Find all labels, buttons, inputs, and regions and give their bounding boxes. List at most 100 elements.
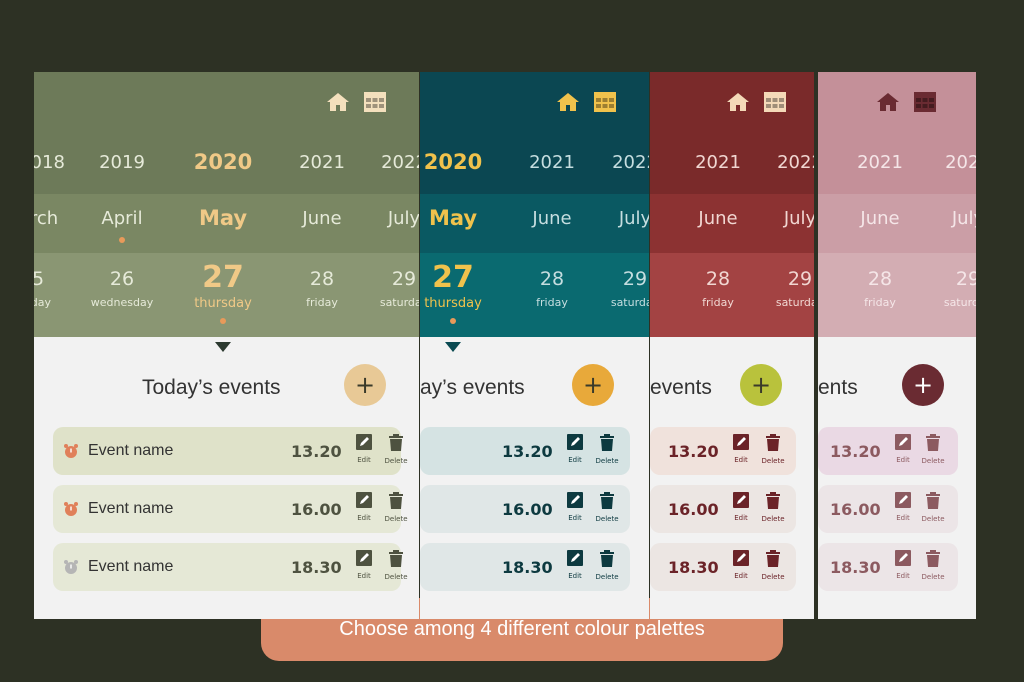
- delete-button[interactable]: Delete: [381, 550, 411, 581]
- month-item[interactable]: June: [860, 208, 899, 229]
- delete-button[interactable]: Delete: [918, 550, 948, 581]
- month-item[interactable]: April: [101, 208, 142, 229]
- year-item[interactable]: 2021: [529, 152, 575, 173]
- add-event-button[interactable]: +: [344, 364, 386, 406]
- home-icon[interactable]: [326, 92, 350, 112]
- day-weekday[interactable]: saturday: [944, 296, 976, 309]
- edit-button[interactable]: Edit: [888, 550, 918, 580]
- event-row[interactable]: 13.20 Edit Delete: [420, 427, 630, 475]
- delete-button[interactable]: Delete: [592, 492, 622, 523]
- month-item[interactable]: June: [302, 208, 341, 229]
- month-item[interactable]: June: [532, 208, 571, 229]
- day-weekday[interactable]: thursday: [424, 296, 482, 311]
- edit-button[interactable]: Edit: [349, 550, 379, 580]
- event-row[interactable]: Event name 16.00 Edit Delete: [53, 485, 408, 533]
- day-weekday[interactable]: friday: [702, 296, 734, 309]
- delete-button[interactable]: Delete: [758, 434, 788, 465]
- delete-button[interactable]: Delete: [918, 492, 948, 523]
- day-number[interactable]: 29: [788, 268, 812, 290]
- year-item[interactable]: 2020: [424, 150, 482, 174]
- month-item[interactable]: rch: [34, 208, 58, 229]
- event-row[interactable]: 18.30 Edit Delete: [818, 543, 958, 591]
- alarm-icon[interactable]: [63, 559, 79, 575]
- year-item[interactable]: 2022: [381, 152, 419, 173]
- month-item[interactable]: July: [619, 208, 649, 229]
- day-weekday[interactable]: wednesday: [91, 296, 153, 309]
- event-row[interactable]: 16.00 Edit Delete: [650, 485, 796, 533]
- edit-button[interactable]: Edit: [888, 434, 918, 464]
- day-weekday[interactable]: friday: [306, 296, 338, 309]
- add-event-button[interactable]: +: [572, 364, 614, 406]
- day-weekday[interactable]: saturday: [776, 296, 814, 309]
- edit-button[interactable]: Edit: [349, 492, 379, 522]
- calendar-grid-icon[interactable]: [914, 92, 936, 112]
- day-number[interactable]: 27: [432, 260, 474, 295]
- edit-button[interactable]: Edit: [726, 550, 756, 580]
- day-number[interactable]: 28: [310, 268, 334, 290]
- event-row[interactable]: Event name 18.30 Edit Delete: [53, 543, 408, 591]
- edit-button[interactable]: Edit: [726, 492, 756, 522]
- event-row[interactable]: 16.00 Edit Delete: [818, 485, 958, 533]
- edit-button[interactable]: Edit: [560, 550, 590, 580]
- edit-button[interactable]: Edit: [349, 434, 379, 464]
- event-row[interactable]: 13.20 Edit Delete: [650, 427, 796, 475]
- event-row[interactable]: 18.30 Edit Delete: [420, 543, 630, 591]
- year-item[interactable]: 2022: [612, 152, 649, 173]
- day-number[interactable]: 27: [202, 260, 244, 295]
- alarm-icon[interactable]: [63, 501, 79, 517]
- year-item[interactable]: 2021: [695, 152, 741, 173]
- edit-button[interactable]: Edit: [560, 434, 590, 464]
- add-event-button[interactable]: +: [740, 364, 782, 406]
- edit-icon: [726, 434, 756, 454]
- year-item[interactable]: 2021: [857, 152, 903, 173]
- delete-button[interactable]: Delete: [592, 550, 622, 581]
- month-item[interactable]: July: [952, 208, 976, 229]
- add-event-button[interactable]: +: [902, 364, 944, 406]
- year-item[interactable]: 2021: [299, 152, 345, 173]
- year-item[interactable]: 2019: [99, 152, 145, 173]
- edit-button[interactable]: Edit: [888, 492, 918, 522]
- delete-button[interactable]: Delete: [381, 434, 411, 465]
- day-weekday[interactable]: saturday: [611, 296, 649, 309]
- delete-button[interactable]: Delete: [758, 492, 788, 523]
- month-item[interactable]: July: [784, 208, 814, 229]
- day-number[interactable]: 28: [706, 268, 730, 290]
- day-number[interactable]: 29: [956, 268, 976, 290]
- day-number[interactable]: 29: [623, 268, 647, 290]
- event-row[interactable]: 18.30 Edit Delete: [650, 543, 796, 591]
- delete-button[interactable]: Delete: [381, 492, 411, 523]
- event-row[interactable]: 16.00 Edit Delete: [420, 485, 630, 533]
- event-row[interactable]: 13.20 Edit Delete: [818, 427, 958, 475]
- day-weekday[interactable]: sday: [34, 296, 51, 309]
- day-weekday[interactable]: friday: [864, 296, 896, 309]
- event-row[interactable]: Event name 13.20 Edit Delete: [53, 427, 408, 475]
- year-item[interactable]: 2020: [194, 150, 252, 174]
- year-item[interactable]: 2022: [777, 152, 814, 173]
- calendar-grid-icon[interactable]: [364, 92, 386, 112]
- home-icon[interactable]: [726, 92, 750, 112]
- day-number[interactable]: 5: [34, 268, 44, 290]
- day-number[interactable]: 28: [868, 268, 892, 290]
- day-weekday[interactable]: thursday: [194, 296, 252, 311]
- day-weekday[interactable]: friday: [536, 296, 568, 309]
- day-number[interactable]: 29: [392, 268, 416, 290]
- day-number[interactable]: 28: [540, 268, 564, 290]
- edit-button[interactable]: Edit: [726, 434, 756, 464]
- home-icon[interactable]: [876, 92, 900, 112]
- calendar-grid-icon[interactable]: [594, 92, 616, 112]
- calendar-grid-icon[interactable]: [764, 92, 786, 112]
- day-weekday[interactable]: saturday: [380, 296, 419, 309]
- alarm-icon[interactable]: [63, 443, 79, 459]
- delete-button[interactable]: Delete: [592, 434, 622, 465]
- delete-button[interactable]: Delete: [758, 550, 788, 581]
- delete-button[interactable]: Delete: [918, 434, 948, 465]
- month-item[interactable]: June: [698, 208, 737, 229]
- day-number[interactable]: 26: [110, 268, 134, 290]
- month-item[interactable]: May: [199, 206, 247, 230]
- year-item[interactable]: 2022: [945, 152, 976, 173]
- month-item[interactable]: July: [388, 208, 419, 229]
- month-item[interactable]: May: [429, 206, 477, 230]
- edit-button[interactable]: Edit: [560, 492, 590, 522]
- home-icon[interactable]: [556, 92, 580, 112]
- year-item[interactable]: 2018: [34, 152, 65, 173]
